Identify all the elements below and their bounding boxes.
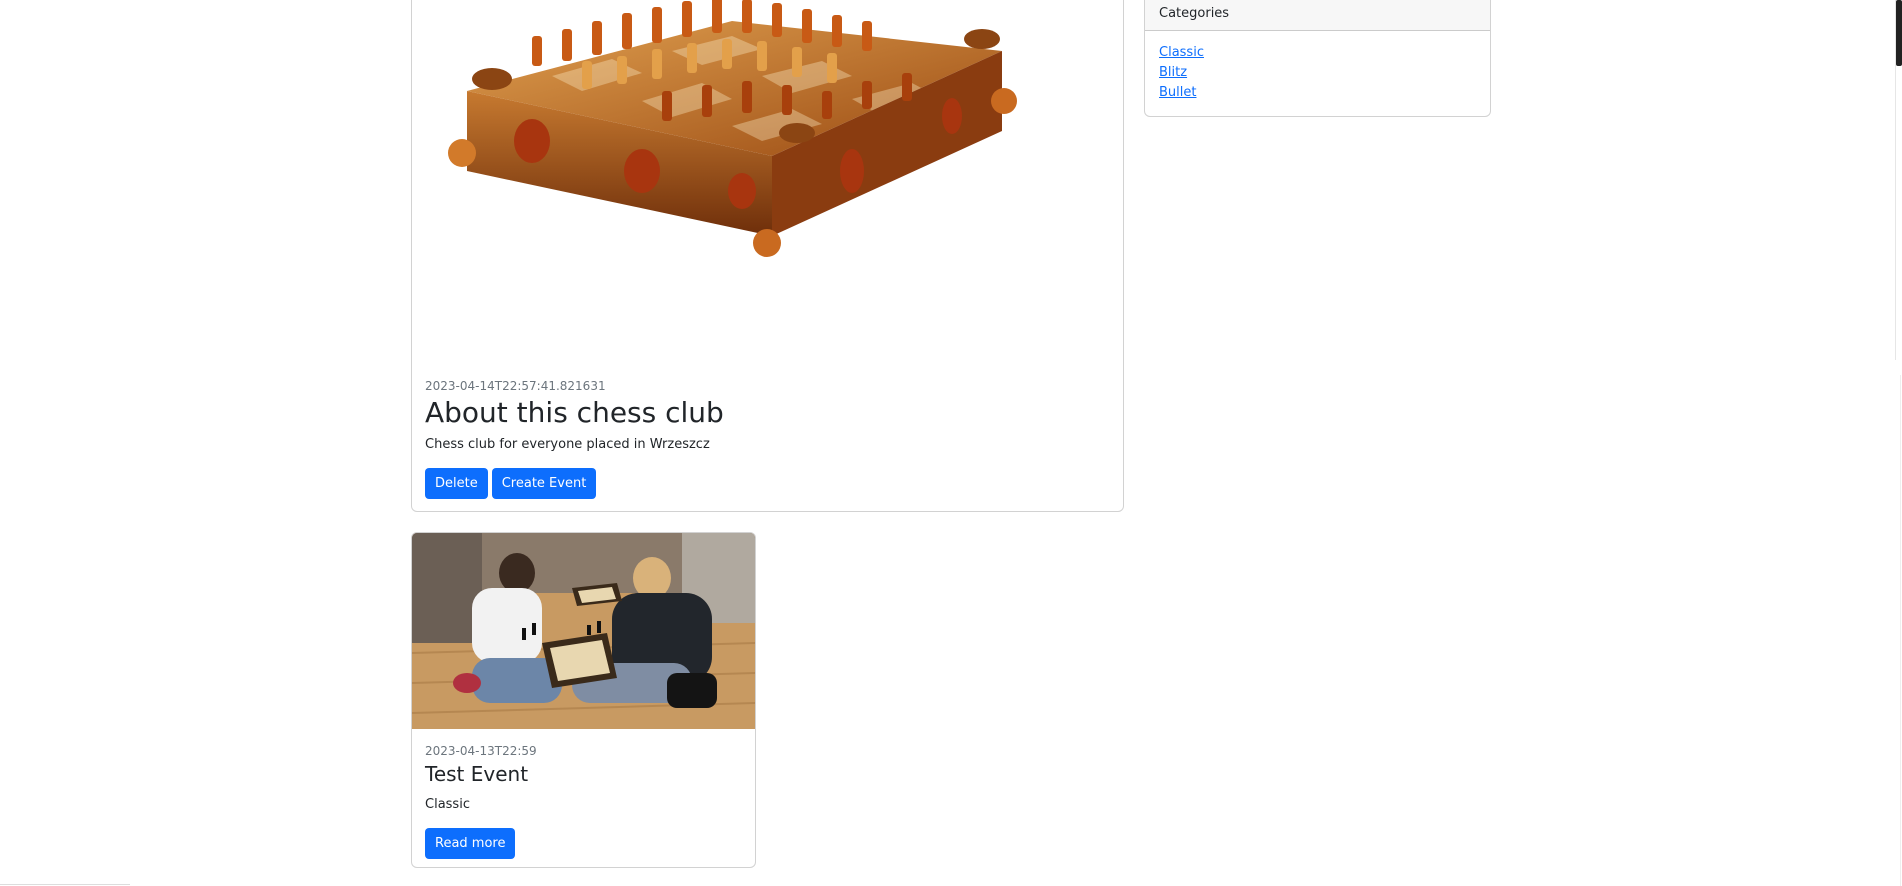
event-image	[412, 533, 755, 729]
scrollbar-thumb[interactable]	[1896, 0, 1902, 66]
read-more-button[interactable]: Read more	[425, 828, 516, 859]
club-card: 2023-04-14T22:57:41.821631 About this ch…	[411, 0, 1124, 512]
create-event-button[interactable]: Create Event	[491, 468, 597, 499]
amber-chess-set-illustration	[448, 0, 1017, 257]
list-item: Bullet	[1159, 83, 1476, 103]
divider	[0, 884, 130, 885]
category-link-bullet[interactable]: Bullet	[1159, 85, 1196, 100]
category-link-blitz[interactable]: Blitz	[1159, 65, 1187, 80]
list-item: Classic	[1159, 43, 1476, 63]
list-item: Blitz	[1159, 63, 1476, 83]
divider	[1900, 375, 1901, 886]
event-card: 2023-04-13T22:59 Test Event Classic Read…	[411, 532, 756, 868]
event-title: Test Event	[425, 762, 529, 786]
delete-button[interactable]: Delete	[425, 468, 488, 499]
category-link-classic[interactable]: Classic	[1159, 45, 1204, 60]
categories-card: Categories Classic Blitz Bullet	[1144, 0, 1491, 117]
club-description: Chess club for everyone placed in Wrzesz…	[425, 437, 710, 452]
club-title: About this chess club	[425, 396, 724, 429]
categories-list: Classic Blitz Bullet	[1145, 31, 1490, 103]
club-image	[412, 0, 1123, 361]
categories-header: Categories	[1145, 0, 1490, 31]
event-category: Classic	[425, 797, 470, 812]
club-date: 2023-04-14T22:57:41.821631	[425, 379, 606, 393]
event-date: 2023-04-13T22:59	[425, 744, 537, 758]
chess-players-photo	[412, 533, 755, 729]
